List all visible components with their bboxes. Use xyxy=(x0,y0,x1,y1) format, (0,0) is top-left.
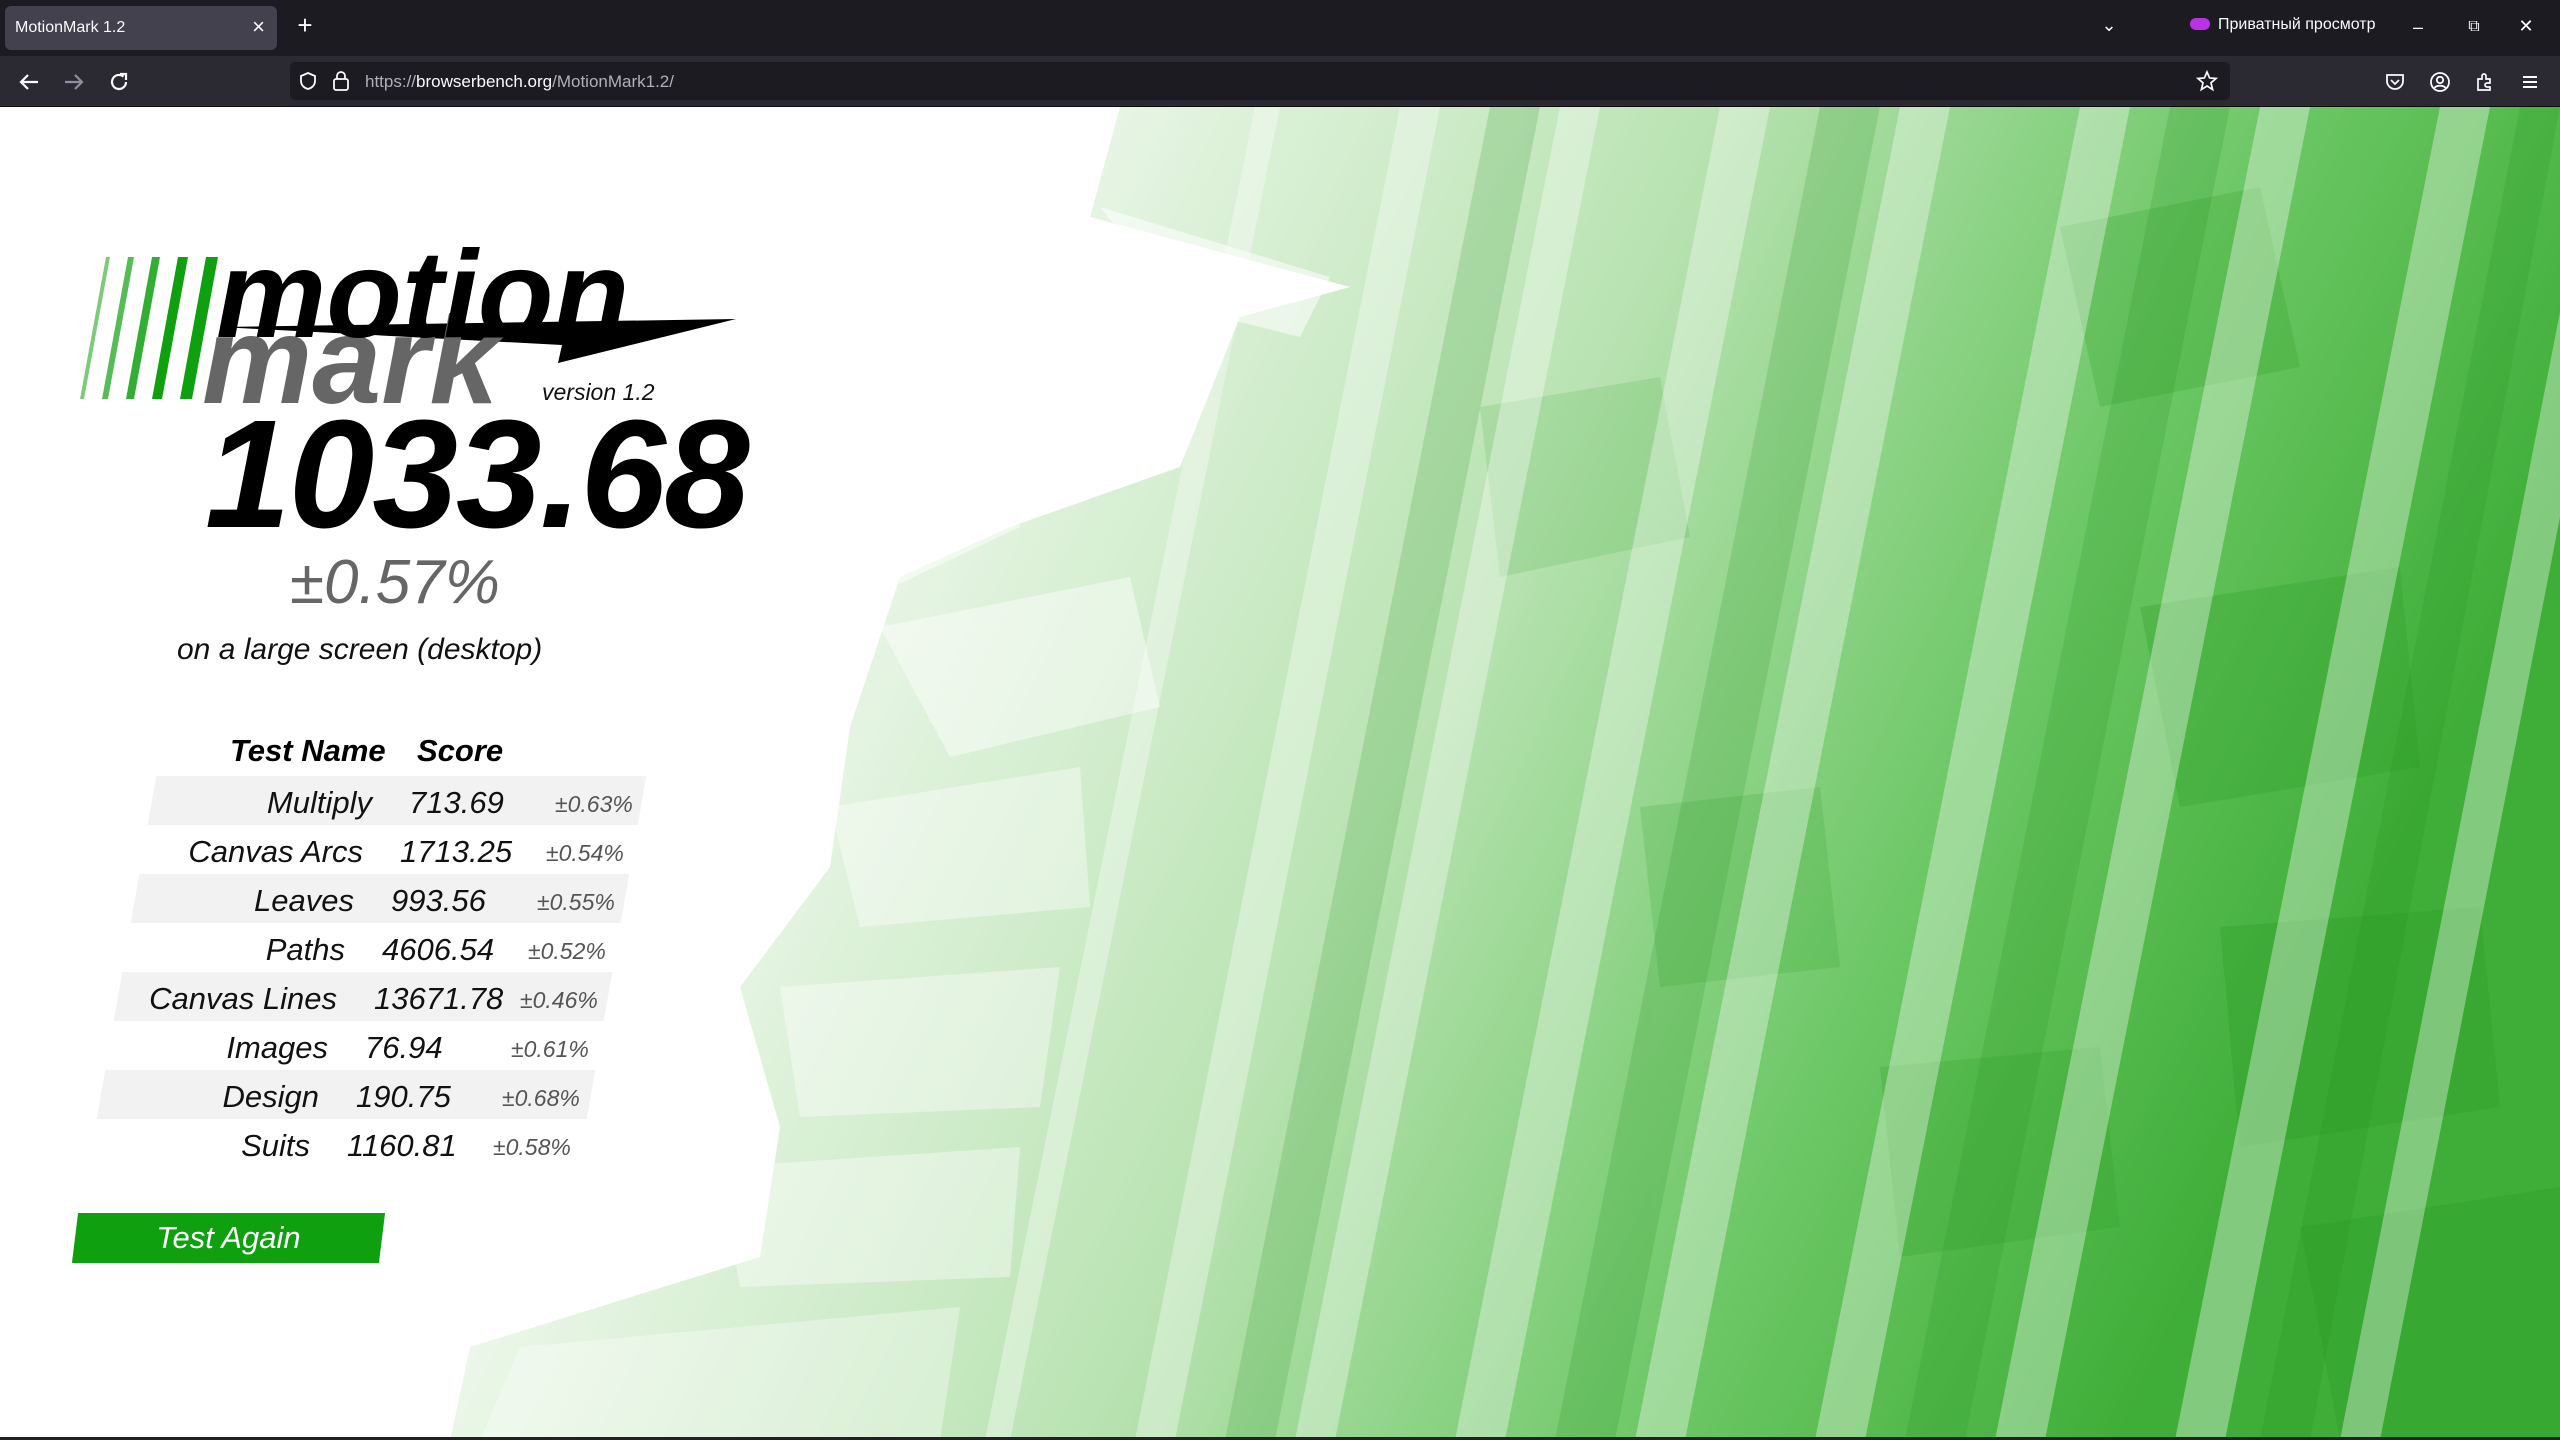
test-name: Canvas Lines xyxy=(149,981,337,1016)
test-name: Paths xyxy=(265,932,345,967)
header-test-name: Test Name xyxy=(230,733,386,768)
test-again-label: Test Again xyxy=(156,1220,301,1255)
tab-strip: MotionMark 1.2 × + ⌄ Приватный просмотр … xyxy=(0,0,2560,56)
url-scheme: https:// xyxy=(365,72,417,91)
table-row: Multiply 713.69 ±0.63% xyxy=(0,776,700,825)
test-score: 4606.54 xyxy=(382,932,495,967)
test-confidence: ±0.52% xyxy=(528,938,606,964)
page-content: mark motion version 1.2 1033.68 ±0.57% o… xyxy=(0,107,2560,1440)
lock-icon[interactable] xyxy=(332,70,350,92)
test-score: 993.56 xyxy=(391,883,486,918)
test-score: 76.94 xyxy=(365,1030,443,1065)
test-confidence: ±0.61% xyxy=(511,1036,589,1062)
test-name: Multiply xyxy=(266,785,372,820)
url-text[interactable]: https://browserbench.org/MotionMark1.2/ xyxy=(365,72,674,92)
score-confidence: ±0.57% xyxy=(290,548,500,617)
tab-title: MotionMark 1.2 xyxy=(15,19,126,36)
plus-icon[interactable]: + xyxy=(292,12,318,38)
test-score: 713.69 xyxy=(409,785,504,820)
extensions-icon[interactable] xyxy=(2474,71,2496,93)
private-mask-icon xyxy=(2190,17,2210,30)
test-name: Leaves xyxy=(254,883,354,918)
table-row: Canvas Arcs 1713.25 ±0.54% xyxy=(0,825,700,874)
test-name: Images xyxy=(226,1030,328,1065)
test-again-button[interactable]: Test Again xyxy=(71,1213,386,1263)
header-score: Score xyxy=(417,733,504,768)
test-score: 1713.25 xyxy=(400,834,513,869)
pocket-icon[interactable] xyxy=(2384,71,2406,93)
table-row: Leaves 993.56 ±0.55% xyxy=(0,874,700,923)
table-row: Images 76.94 ±0.61% xyxy=(0,1021,700,1070)
test-confidence: ±0.63% xyxy=(555,791,633,817)
close-icon[interactable]: × xyxy=(252,14,265,40)
total-score: 1033.68 xyxy=(205,388,750,560)
url-path: /MotionMark1.2/ xyxy=(552,72,674,91)
table-row: Canvas Lines 13671.78 ±0.46% xyxy=(0,972,700,1021)
chevron-down-icon[interactable]: ⌄ xyxy=(2096,14,2122,36)
test-confidence: ±0.68% xyxy=(502,1085,580,1111)
menu-icon[interactable] xyxy=(2519,71,2541,93)
test-confidence: ±0.54% xyxy=(546,840,624,866)
star-icon[interactable] xyxy=(2196,70,2218,92)
test-confidence: ±0.58% xyxy=(493,1134,571,1160)
test-name: Suits xyxy=(241,1128,310,1163)
url-host: browserbench.org xyxy=(416,72,553,91)
back-icon[interactable] xyxy=(18,71,40,93)
table-row: Paths 4606.54 ±0.52% xyxy=(0,923,700,972)
account-icon[interactable] xyxy=(2429,71,2451,93)
table-row: Design 190.75 ±0.68% xyxy=(0,1070,700,1119)
test-confidence: ±0.46% xyxy=(520,987,598,1013)
test-score: 13671.78 xyxy=(374,981,504,1016)
restore-icon[interactable]: ⧉ xyxy=(2462,16,2486,38)
test-environment: on a large screen (desktop) xyxy=(177,633,543,666)
table-row: Suits 1160.81 ±0.58% xyxy=(0,1119,700,1168)
private-browsing-indicator: Приватный просмотр xyxy=(2190,16,2375,34)
minimize-icon[interactable]: – xyxy=(2406,16,2430,38)
shield-icon[interactable] xyxy=(298,71,318,91)
window-close-icon[interactable]: ✕ xyxy=(2514,15,2538,37)
reload-icon[interactable] xyxy=(108,71,130,93)
test-name: Canvas Arcs xyxy=(188,834,363,869)
test-name: Design xyxy=(222,1079,320,1114)
forward-icon[interactable] xyxy=(63,71,85,93)
url-bar[interactable]: https://browserbench.org/MotionMark1.2/ xyxy=(290,62,2230,100)
navigation-toolbar: https://browserbench.org/MotionMark1.2/ xyxy=(0,56,2560,106)
logo-word-motion: motion xyxy=(216,226,629,364)
test-score: 190.75 xyxy=(356,1079,451,1114)
test-confidence: ±0.55% xyxy=(537,889,615,915)
test-score: 1160.81 xyxy=(347,1128,457,1163)
tab-motionmark[interactable]: MotionMark 1.2 × xyxy=(5,6,277,50)
private-label: Приватный просмотр xyxy=(2218,16,2376,33)
